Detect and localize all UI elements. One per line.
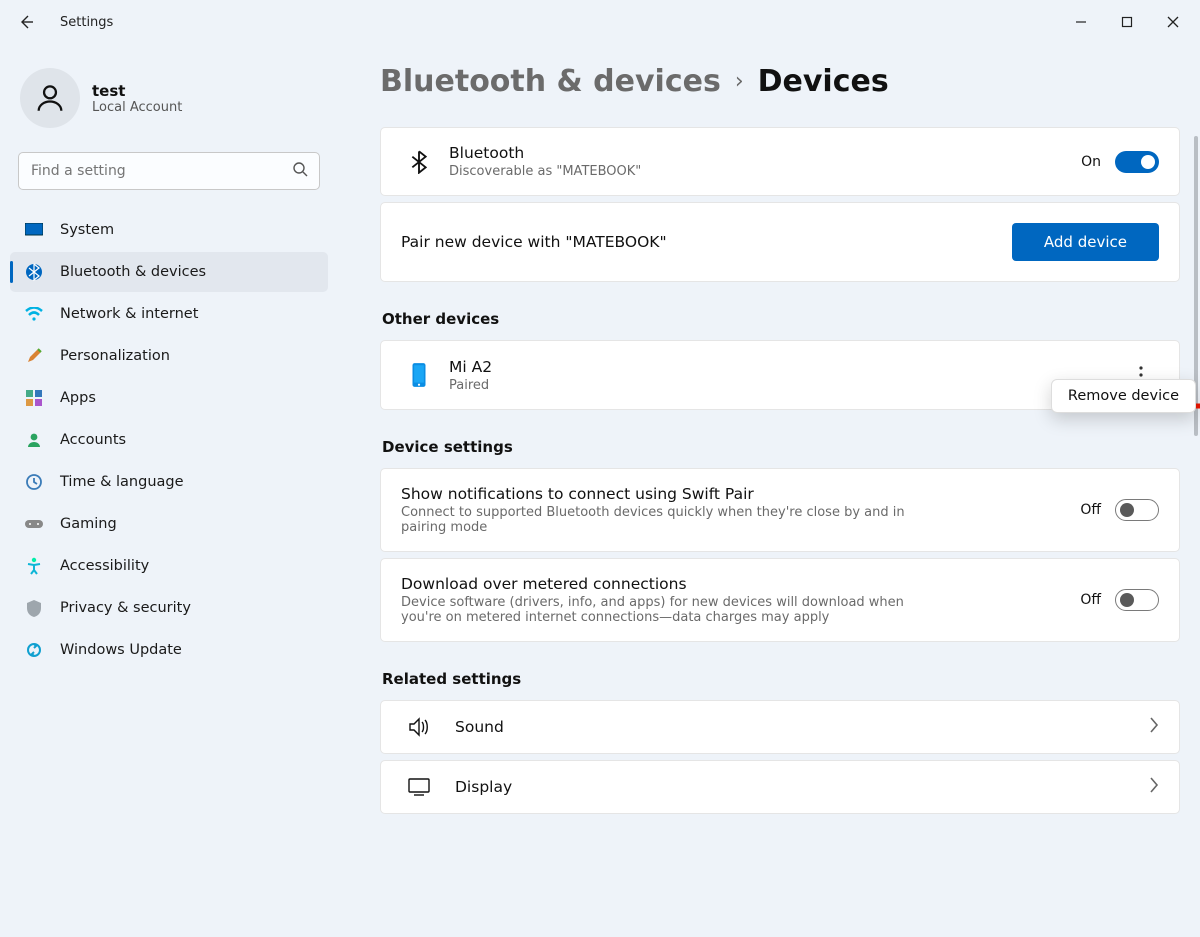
paintbrush-icon [24,347,44,365]
main-content: Bluetooth & devices › Devices Bluetooth … [340,44,1200,937]
maximize-icon [1121,16,1133,28]
back-button[interactable] [4,0,48,44]
swift-pair-desc: Connect to supported Bluetooth devices q… [401,505,941,535]
arrow-left-icon [18,14,34,30]
related-display-label: Display [455,778,1149,796]
nav-personalization[interactable]: Personalization [10,336,328,376]
search-input[interactable] [18,152,320,190]
close-icon [1167,16,1179,28]
update-icon [24,642,44,658]
device-status: Paired [449,378,989,393]
add-device-button[interactable]: Add device [1012,223,1159,261]
apps-icon [24,390,44,406]
gamepad-icon [24,518,44,530]
pair-device-card: Pair new device with "MATEBOOK" Add devi… [380,202,1180,282]
display-icon [401,778,437,796]
nav-label: Personalization [60,348,170,364]
swift-pair-card: Show notifications to connect using Swif… [380,468,1180,552]
related-sound-label: Sound [455,718,1149,736]
nav-privacy-security[interactable]: Privacy & security [10,588,328,628]
section-device-settings: Device settings [382,438,1180,456]
bluetooth-state-label: On [1081,154,1101,170]
close-button[interactable] [1150,6,1196,38]
bluetooth-icon [24,263,44,281]
section-other-devices: Other devices [382,310,1180,328]
nav-label: Network & internet [60,306,198,322]
nav-network[interactable]: Network & internet [10,294,328,334]
nav-bluetooth-devices[interactable]: Bluetooth & devices [10,252,328,292]
nav-system[interactable]: System [10,210,328,250]
related-display[interactable]: Display [380,760,1180,814]
nav-label: Accounts [60,432,126,448]
profile-block[interactable]: test Local Account [10,58,328,152]
avatar [20,68,80,128]
metered-state-label: Off [1080,592,1101,608]
nav-label: Bluetooth & devices [60,264,206,280]
nav-apps[interactable]: Apps [10,378,328,418]
sound-icon [401,717,437,737]
breadcrumb: Bluetooth & devices › Devices [380,64,1180,99]
swift-pair-state-label: Off [1080,502,1101,518]
shield-icon [24,600,44,617]
maximize-button[interactable] [1104,6,1150,38]
metered-title: Download over metered connections [401,575,1080,593]
nav-gaming[interactable]: Gaming [10,504,328,544]
chevron-right-icon [1149,777,1159,797]
remove-device-menu-item[interactable]: Remove device [1051,379,1196,413]
metered-card: Download over metered connections Device… [380,558,1180,642]
nav-accessibility[interactable]: Accessibility [10,546,328,586]
phone-icon [401,362,437,388]
bluetooth-title: Bluetooth [449,144,1081,162]
nav-label: Privacy & security [60,600,191,616]
nav-label: Windows Update [60,642,182,658]
nav-windows-update[interactable]: Windows Update [10,630,328,670]
wifi-icon [24,307,44,321]
pair-text: Pair new device with "MATEBOOK" [401,233,1012,251]
metered-desc: Device software (drivers, info, and apps… [401,595,941,625]
device-name: Mi A2 [449,358,1123,376]
nav-label: Apps [60,390,96,406]
profile-subtitle: Local Account [92,100,182,115]
bluetooth-card: Bluetooth Discoverable as "MATEBOOK" On [380,127,1180,196]
section-related-settings: Related settings [382,670,1180,688]
search-wrap [18,152,320,190]
sidebar: test Local Account System Bluetooth & de… [0,44,340,937]
titlebar: Settings [0,0,1200,44]
minimize-icon [1075,16,1087,28]
profile-name: test [92,82,182,100]
nav-time-language[interactable]: Time & language [10,462,328,502]
clock-icon [24,474,44,490]
accessibility-icon [24,557,44,575]
swift-pair-toggle[interactable] [1115,499,1159,521]
nav-label: Accessibility [60,558,149,574]
nav-label: Time & language [60,474,184,490]
monitor-icon [24,223,44,237]
nav: System Bluetooth & devices Network & int… [10,210,328,670]
account-icon [24,432,44,448]
breadcrumb-parent[interactable]: Bluetooth & devices [380,64,721,99]
metered-toggle[interactable] [1115,589,1159,611]
minimize-button[interactable] [1058,6,1104,38]
bluetooth-icon [401,150,437,174]
chevron-right-icon [1149,717,1159,737]
chevron-right-icon: › [735,69,744,94]
breadcrumb-current: Devices [758,64,889,99]
nav-accounts[interactable]: Accounts [10,420,328,460]
person-icon [33,81,67,115]
swift-pair-title: Show notifications to connect using Swif… [401,485,1080,503]
bluetooth-subtitle: Discoverable as "MATEBOOK" [449,164,989,179]
related-sound[interactable]: Sound [380,700,1180,754]
window-title: Settings [60,15,113,30]
bluetooth-toggle[interactable] [1115,151,1159,173]
search-icon [292,161,308,181]
nav-label: System [60,222,114,238]
nav-label: Gaming [60,516,117,532]
